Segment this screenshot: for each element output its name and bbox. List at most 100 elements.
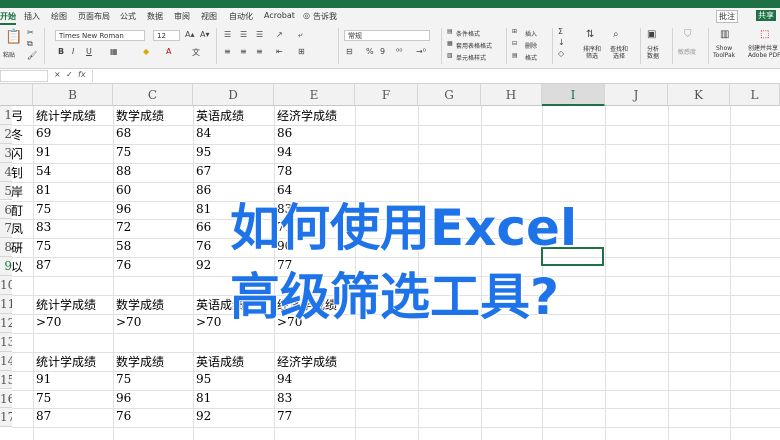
table-cell[interactable]: 86	[277, 126, 388, 140]
row-header[interactable]: 15	[0, 370, 12, 390]
comment-button[interactable]: 批注	[716, 10, 738, 23]
cut-icon[interactable]: ✂	[27, 28, 34, 37]
find-select-button[interactable]: 查找和 选择	[610, 46, 628, 60]
column-header[interactable]: G	[418, 84, 481, 106]
percent-icon[interactable]: %	[366, 47, 374, 56]
show-toolpak-button[interactable]: Show ToolPak	[713, 45, 735, 59]
column-header[interactable]: L	[730, 84, 780, 106]
table-format-icon: ▦	[447, 40, 453, 47]
tab-formulas[interactable]: 公式	[120, 11, 136, 22]
delete-cells-icon: ⊟	[512, 40, 518, 47]
align-left-icon[interactable]: ≡	[224, 47, 231, 56]
col-a-fragment: 以	[11, 260, 24, 275]
sort-filter-button[interactable]: 排序和 筛选	[583, 46, 601, 60]
copy-icon[interactable]: ⧉	[27, 39, 33, 49]
align-top-icon[interactable]: ☰	[224, 30, 231, 39]
table-cell[interactable]: 77	[277, 409, 388, 423]
column-header[interactable]: K	[668, 84, 730, 106]
autosum-icon[interactable]: Σ	[558, 27, 563, 36]
font-color-icon[interactable]: A	[166, 47, 171, 56]
align-bottom-icon[interactable]: ☰	[256, 30, 263, 39]
align-center-icon[interactable]: ≡	[240, 47, 247, 56]
formula-bar: × ✓ fx	[0, 69, 780, 84]
orientation-icon[interactable]: ↗	[276, 30, 283, 39]
tell-me-search[interactable]: 告诉我	[313, 11, 337, 22]
tab-automate[interactable]: 自动化	[229, 11, 253, 22]
cell-styles-button[interactable]: 单元格样式	[456, 53, 486, 62]
table-cell[interactable]: 94	[277, 145, 388, 159]
bold-icon[interactable]: B	[58, 47, 64, 56]
divider	[708, 28, 709, 64]
cancel-icon[interactable]: ×	[54, 70, 61, 79]
tab-draw[interactable]: 绘图	[51, 11, 67, 22]
italic-icon[interactable]: I	[72, 47, 74, 56]
align-right-icon[interactable]: ≡	[256, 47, 263, 56]
column-header[interactable]: B	[33, 84, 113, 106]
phonetic-icon[interactable]: 文	[192, 47, 200, 58]
fill-icon[interactable]: ↓	[558, 38, 565, 47]
font-name-select[interactable]: Times New Roman	[55, 30, 145, 41]
format-cells-button[interactable]: 格式	[525, 53, 537, 62]
table-cell[interactable]: 94	[277, 372, 388, 386]
row-header[interactable]: 13	[0, 332, 12, 352]
clear-icon[interactable]: ◇	[558, 49, 564, 58]
number-format-select[interactable]: 常规	[344, 30, 430, 41]
confirm-icon[interactable]: ✓	[66, 70, 73, 79]
column-header[interactable]: C	[113, 84, 193, 106]
divider	[640, 28, 641, 64]
column-header[interactable]: D	[193, 84, 274, 106]
indent-icon[interactable]: ⇤	[276, 47, 283, 56]
align-middle-icon[interactable]: ☰	[240, 30, 247, 39]
wrap-text-icon[interactable]: ⤶	[298, 30, 302, 40]
sensitivity-button[interactable]: 敏感度	[678, 47, 696, 56]
conditional-format-button[interactable]: 条件格式	[456, 29, 480, 38]
column-header[interactable]: I	[542, 84, 605, 106]
row-header[interactable]: 12	[0, 313, 12, 333]
tab-acrobat[interactable]: Acrobat	[264, 11, 295, 20]
column-header[interactable]: J	[605, 84, 668, 106]
tab-review[interactable]: 审阅	[174, 11, 190, 22]
share-button[interactable]: 共享	[756, 10, 776, 21]
increase-font-icon[interactable]: A▴	[185, 30, 195, 39]
paste-button[interactable]: 粘贴	[3, 50, 15, 59]
tab-home[interactable]: 开始	[0, 11, 16, 25]
column-header[interactable]: H	[481, 84, 542, 106]
tab-view[interactable]: 视图	[201, 11, 217, 22]
decrease-font-icon[interactable]: A▾	[200, 30, 210, 39]
tab-data[interactable]: 数据	[147, 11, 163, 22]
underline-icon[interactable]: U	[86, 47, 92, 56]
create-share-pdf-button[interactable]: 创建并共享 Adobe PDF	[748, 45, 780, 59]
row-header[interactable]: 16	[0, 389, 12, 409]
row-header[interactable]: 11	[0, 295, 12, 314]
divider	[506, 28, 507, 64]
lightbulb-icon: ◎	[303, 11, 310, 20]
row-header[interactable]: 14	[0, 351, 12, 371]
fill-color-icon[interactable]: ◆	[143, 47, 149, 56]
row-header[interactable]: 10	[0, 276, 12, 295]
table-cell[interactable]: 78	[277, 164, 388, 178]
table-format-button[interactable]: 套用表格格式	[456, 41, 492, 50]
currency-icon[interactable]: ⊟	[346, 47, 353, 56]
format-painter-icon[interactable]: 🖌	[27, 51, 37, 60]
column-header[interactable]	[0, 84, 33, 106]
delete-cells-button[interactable]: 删除	[525, 41, 537, 50]
tab-page-layout[interactable]: 页面布局	[78, 11, 110, 22]
merge-icon[interactable]: ⊞	[298, 47, 305, 56]
column-header[interactable]: E	[274, 84, 355, 106]
name-box[interactable]	[0, 70, 48, 82]
decrease-decimal-icon[interactable]: →⁰	[416, 47, 426, 56]
table-cell[interactable]: 经济学成绩	[277, 353, 388, 370]
row-header[interactable]: 17	[0, 408, 12, 428]
tab-insert[interactable]: 插入	[24, 11, 40, 22]
table-cell[interactable]: 83	[277, 391, 388, 405]
font-size-select[interactable]: 12	[153, 30, 180, 41]
comma-icon[interactable]: 9	[380, 47, 385, 56]
fx-label[interactable]: fx	[78, 70, 86, 79]
column-header[interactable]: F	[355, 84, 418, 106]
formula-input[interactable]	[92, 70, 780, 82]
table-cell[interactable]: 经济学成绩	[277, 107, 388, 124]
increase-decimal-icon[interactable]: ⁰⁰	[396, 47, 402, 56]
insert-cells-button[interactable]: 插入	[525, 29, 537, 38]
border-icon[interactable]: ▦	[110, 47, 118, 56]
analyze-data-button[interactable]: 分析 数据	[647, 46, 659, 60]
